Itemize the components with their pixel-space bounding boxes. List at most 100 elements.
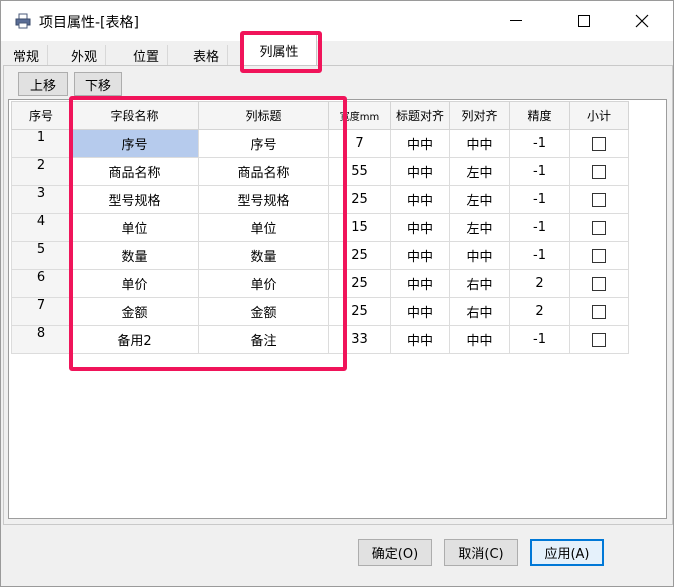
subtotal-cell xyxy=(569,185,629,214)
field-name-cell[interactable]: 单价 xyxy=(70,269,199,298)
maximize-icon xyxy=(578,15,590,27)
subtotal-cell xyxy=(569,241,629,270)
row-number[interactable]: 6 xyxy=(11,269,71,298)
precision-cell[interactable]: -1 xyxy=(509,129,570,158)
dialog-window: 项目属性-[表格] 常规 外观 位置 表格 列属性 上移 下移 序号 字段名称 xyxy=(0,0,674,587)
column-align-cell[interactable]: 中中 xyxy=(449,325,510,354)
column-align-cell[interactable]: 左中 xyxy=(449,213,510,242)
title-align-cell[interactable]: 中中 xyxy=(390,325,450,354)
maximize-button[interactable] xyxy=(561,1,607,41)
table-row[interactable]: 8 备用2 备注 33 中中 中中 -1 xyxy=(11,325,629,354)
precision-cell[interactable]: -1 xyxy=(509,157,570,186)
width-cell[interactable]: 33 xyxy=(328,325,391,354)
subtotal-checkbox[interactable] xyxy=(592,164,606,179)
move-up-button[interactable]: 上移 xyxy=(18,72,68,96)
field-name-cell[interactable]: 备用2 xyxy=(70,325,199,354)
subtotal-checkbox[interactable] xyxy=(592,276,606,291)
table-row[interactable]: 4 单位 单位 15 中中 左中 -1 xyxy=(11,213,629,242)
subtotal-checkbox[interactable] xyxy=(592,248,606,263)
title-align-cell[interactable]: 中中 xyxy=(390,185,450,214)
field-name-cell[interactable]: 型号规格 xyxy=(70,185,199,214)
table-row[interactable]: 5 数量 数量 25 中中 中中 -1 xyxy=(11,241,629,270)
header-column-title[interactable]: 列标题 xyxy=(198,101,329,130)
width-cell[interactable]: 55 xyxy=(328,157,391,186)
field-name-cell[interactable]: 数量 xyxy=(70,241,199,270)
title-align-cell[interactable]: 中中 xyxy=(390,157,450,186)
column-title-cell[interactable]: 序号 xyxy=(198,129,329,158)
title-align-cell[interactable]: 中中 xyxy=(390,269,450,298)
title-bar: 项目属性-[表格] xyxy=(1,1,673,41)
subtotal-checkbox[interactable] xyxy=(592,304,606,319)
width-cell[interactable]: 25 xyxy=(328,297,391,326)
close-button[interactable] xyxy=(619,1,665,41)
title-align-cell[interactable]: 中中 xyxy=(390,213,450,242)
column-align-cell[interactable]: 中中 xyxy=(449,241,510,270)
column-title-cell[interactable]: 金额 xyxy=(198,297,329,326)
title-align-cell[interactable]: 中中 xyxy=(390,297,450,326)
field-name-cell[interactable]: 商品名称 xyxy=(70,157,199,186)
subtotal-checkbox[interactable] xyxy=(592,192,606,207)
width-cell[interactable]: 25 xyxy=(328,269,391,298)
header-width[interactable]: 宽度mm xyxy=(328,101,391,130)
column-align-cell[interactable]: 左中 xyxy=(449,157,510,186)
table-row[interactable]: 3 型号规格 型号规格 25 中中 左中 -1 xyxy=(11,185,629,214)
precision-cell[interactable]: -1 xyxy=(509,213,570,242)
tab-position[interactable]: 位置 xyxy=(125,45,169,65)
subtotal-checkbox[interactable] xyxy=(592,220,606,235)
column-align-cell[interactable]: 中中 xyxy=(449,129,510,158)
width-cell[interactable]: 7 xyxy=(328,129,391,158)
column-title-cell[interactable]: 单位 xyxy=(198,213,329,242)
row-number[interactable]: 7 xyxy=(11,297,71,326)
column-align-cell[interactable]: 右中 xyxy=(449,269,510,298)
column-title-cell[interactable]: 备注 xyxy=(198,325,329,354)
title-align-cell[interactable]: 中中 xyxy=(390,241,450,270)
subtotal-cell xyxy=(569,129,629,158)
row-number[interactable]: 2 xyxy=(11,157,71,186)
header-field-name[interactable]: 字段名称 xyxy=(70,101,199,130)
subtotal-checkbox[interactable] xyxy=(592,332,606,347)
precision-cell[interactable]: 2 xyxy=(509,269,570,298)
precision-cell[interactable]: -1 xyxy=(509,241,570,270)
row-number[interactable]: 3 xyxy=(11,185,71,214)
subtotal-checkbox[interactable] xyxy=(592,136,606,151)
precision-cell[interactable]: -1 xyxy=(509,325,570,354)
header-no[interactable]: 序号 xyxy=(11,101,71,130)
width-cell[interactable]: 15 xyxy=(328,213,391,242)
move-down-button[interactable]: 下移 xyxy=(74,72,122,96)
header-precision[interactable]: 精度 xyxy=(509,101,570,130)
column-title-cell[interactable]: 型号规格 xyxy=(198,185,329,214)
column-title-cell[interactable]: 单价 xyxy=(198,269,329,298)
table-row[interactable]: 6 单价 单价 25 中中 右中 2 xyxy=(11,269,629,298)
field-name-cell[interactable]: 单位 xyxy=(70,213,199,242)
width-cell[interactable]: 25 xyxy=(328,185,391,214)
row-number[interactable]: 5 xyxy=(11,241,71,270)
field-name-cell[interactable]: 金额 xyxy=(70,297,199,326)
header-column-align[interactable]: 列对齐 xyxy=(449,101,510,130)
header-title-align[interactable]: 标题对齐 xyxy=(390,101,450,130)
column-title-cell[interactable]: 商品名称 xyxy=(198,157,329,186)
header-subtotal[interactable]: 小计 xyxy=(569,101,629,130)
precision-cell[interactable]: -1 xyxy=(509,185,570,214)
table-row[interactable]: 2 商品名称 商品名称 55 中中 左中 -1 xyxy=(11,157,629,186)
title-align-cell[interactable]: 中中 xyxy=(390,129,450,158)
table-row[interactable]: 7 金额 金额 25 中中 右中 2 xyxy=(11,297,629,326)
close-icon xyxy=(635,14,649,28)
width-cell[interactable]: 25 xyxy=(328,241,391,270)
tab-appearance[interactable]: 外观 xyxy=(63,45,107,65)
tab-table[interactable]: 表格 xyxy=(185,45,229,65)
table-row[interactable]: 1 序号 序号 7 中中 中中 -1 xyxy=(11,129,629,158)
column-align-cell[interactable]: 左中 xyxy=(449,185,510,214)
ok-button[interactable]: 确定(O) xyxy=(358,539,432,566)
cancel-button[interactable]: 取消(C) xyxy=(444,539,518,566)
apply-button[interactable]: 应用(A) xyxy=(530,539,604,566)
precision-cell[interactable]: 2 xyxy=(509,297,570,326)
tab-general[interactable]: 常规 xyxy=(5,45,49,65)
tab-column-properties[interactable]: 列属性 xyxy=(241,33,317,66)
row-number[interactable]: 1 xyxy=(11,129,71,158)
field-name-cell[interactable]: 序号 xyxy=(70,129,199,158)
column-align-cell[interactable]: 右中 xyxy=(449,297,510,326)
row-number[interactable]: 4 xyxy=(11,213,71,242)
minimize-button[interactable] xyxy=(493,1,539,41)
column-title-cell[interactable]: 数量 xyxy=(198,241,329,270)
row-number[interactable]: 8 xyxy=(11,325,71,354)
